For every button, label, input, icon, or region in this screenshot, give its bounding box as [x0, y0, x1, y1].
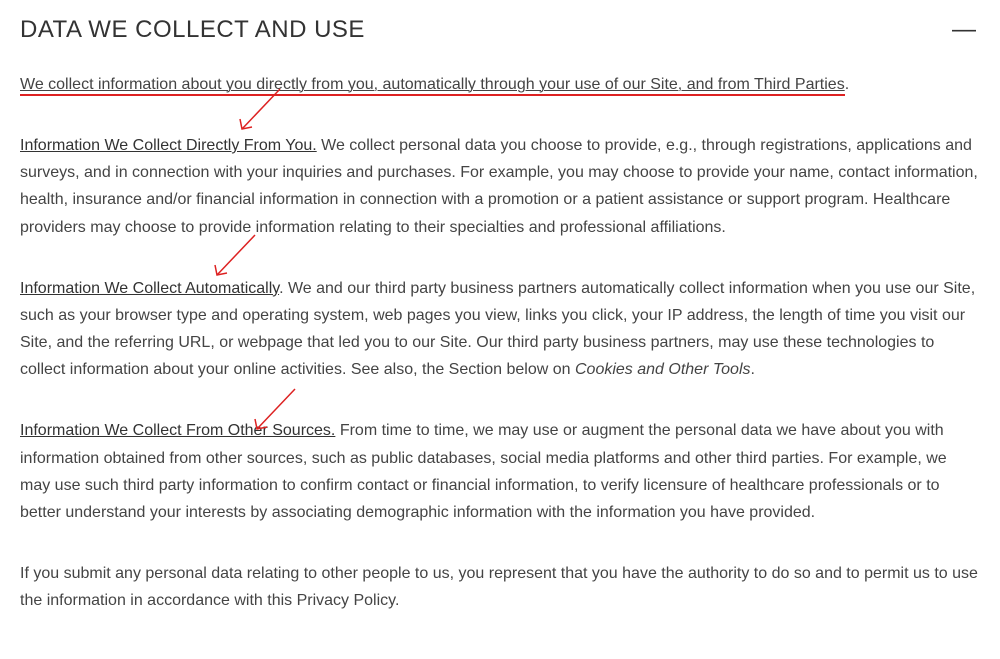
section-authority-statement: If you submit any personal data relating…	[20, 560, 980, 614]
intro-underlined-text: We collect information about you directl…	[20, 76, 845, 96]
section-heading-3: Information We Collect From Other Source…	[20, 422, 335, 439]
intro-period: .	[845, 76, 849, 93]
section-other-sources: Information We Collect From Other Source…	[20, 417, 980, 526]
section-heading-2: Information We Collect Automatically	[20, 280, 279, 297]
section-title: DATA WE COLLECT AND USE	[20, 10, 365, 51]
intro-paragraph: We collect information about you directl…	[20, 71, 980, 98]
section-header: DATA WE COLLECT AND USE —	[20, 10, 980, 51]
section-directly-from-you: Information We Collect Directly From You…	[20, 132, 980, 241]
section-automatically: Information We Collect Automatically. We…	[20, 275, 980, 384]
section-body-2b: .	[751, 361, 755, 378]
section-heading-1: Information We Collect Directly From You…	[20, 137, 317, 154]
collapse-button[interactable]: —	[948, 10, 980, 51]
cookies-reference: Cookies and Other Tools	[575, 361, 751, 378]
